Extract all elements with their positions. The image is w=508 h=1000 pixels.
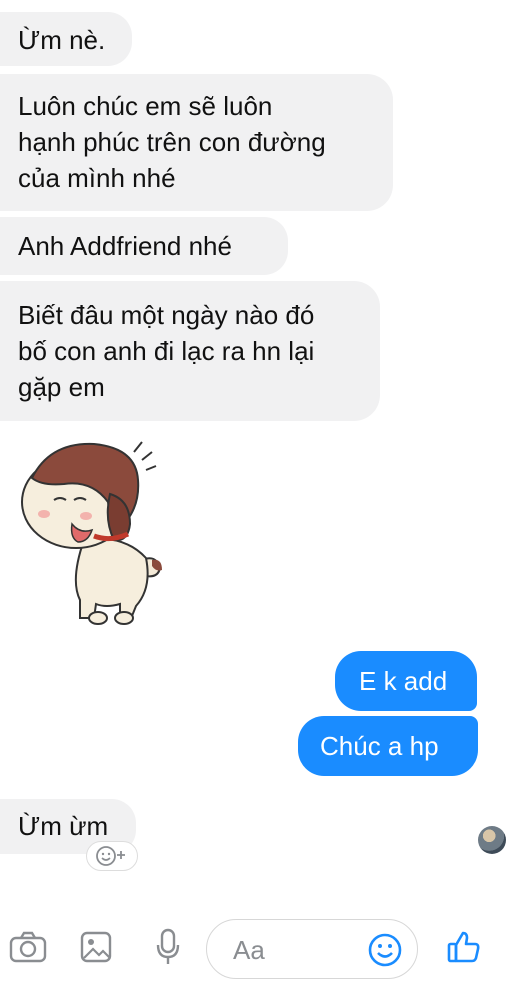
incoming-message[interactable]: Ừm nè. — [0, 12, 132, 66]
outgoing-message[interactable]: Chúc a hp — [298, 716, 478, 776]
message-line: hạnh phúc trên con đường — [18, 127, 326, 157]
gallery-icon — [80, 931, 112, 963]
message-text: Ừm nè. — [18, 25, 106, 55]
camera-icon — [9, 931, 47, 963]
incoming-message[interactable]: Biết đâu một ngày nào đó bố con anh đi l… — [0, 281, 380, 421]
message-line: Luôn chúc em sẽ luôn — [18, 91, 273, 121]
message-line: gặp em — [18, 372, 105, 402]
like-thumb-icon — [447, 931, 480, 963]
incoming-message[interactable]: Luôn chúc em sẽ luôn hạnh phúc trên con … — [0, 74, 393, 211]
incoming-message[interactable]: Anh Addfriend nhé — [0, 217, 288, 275]
message-text: Anh Addfriend nhé — [18, 231, 232, 261]
microphone-icon — [156, 928, 180, 964]
message-text: E k add — [359, 666, 448, 696]
chat-screen: Ừm nè. Luôn chúc em sẽ luôn hạnh phúc tr… — [0, 0, 508, 1000]
composer-bar: Aa — [0, 905, 508, 985]
message-line: của mình nhé — [18, 163, 176, 193]
dog-sticker[interactable] — [14, 430, 184, 630]
gallery-button[interactable] — [76, 927, 116, 967]
message-text: Ừm ừm — [18, 811, 109, 841]
add-reaction-icon — [96, 846, 125, 866]
like-button[interactable] — [444, 927, 484, 967]
add-reaction-button[interactable] — [86, 841, 138, 871]
emoji-icon[interactable] — [367, 932, 403, 968]
message-text: Chúc a hp — [320, 731, 439, 761]
message-input-placeholder: Aa — [233, 935, 265, 965]
camera-button[interactable] — [8, 927, 48, 967]
message-line: bố con anh đi lạc ra hn lại — [18, 336, 315, 366]
message-input[interactable]: Aa — [206, 919, 418, 979]
microphone-button[interactable] — [148, 927, 188, 967]
seen-avatar — [478, 826, 506, 854]
message-line: Biết đâu một ngày nào đó — [18, 300, 315, 330]
outgoing-message[interactable]: E k add — [335, 651, 477, 711]
